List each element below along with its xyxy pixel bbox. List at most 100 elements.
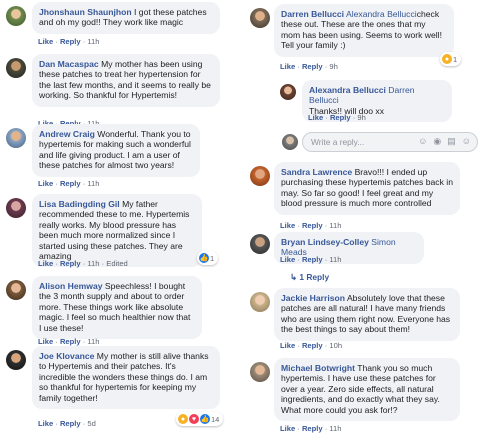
comment-author[interactable]: Bryan Lindsey-Colley [281,237,369,247]
comment: Jackie Harrison Absolutely love that the… [244,288,480,352]
reply-link[interactable]: Reply [302,62,323,71]
comment-author[interactable]: Alexandra Bellucci [309,85,386,95]
comment-time[interactable]: 9h [357,113,365,122]
reply-link[interactable]: Reply [302,424,323,433]
reply-arrow-icon: ↳ [290,272,298,282]
heart-reaction-icon: ♥ [189,414,199,424]
comment-actions: Like · Reply · 11h [280,221,342,230]
comment-author[interactable]: Lisa Badingding Gil [39,199,120,209]
reply-comment: Alexandra Bellucci Darren Bellucci Thank… [280,80,480,124]
reply-link[interactable]: Reply [302,221,323,230]
comment-actions: Like · Reply · 9h [280,62,338,71]
comment-author[interactable]: Andrew Craig [39,129,95,139]
comment-actions: Like · Reply · 11h [280,255,342,264]
comment: Michael Botwright Thank you so much hype… [244,358,480,438]
like-link[interactable]: Like [280,255,295,264]
comment: Darren Bellucci Alexandra Belluccicheck … [244,4,480,74]
comment: Sandra Lawrence Bravo!!! I ended up purc… [244,162,480,232]
like-link[interactable]: Like [280,62,295,71]
comment-bubble: Jhonshaun Shaunjhon I got these patches … [32,2,220,34]
emoji-icon[interactable]: ☺ [418,136,427,147]
comment-time[interactable]: 11h [87,337,99,346]
comment-bubble: Alison Hemway Speechless! I bought the 3… [32,276,202,340]
avatar[interactable] [250,8,270,28]
reply-link[interactable]: Reply [60,419,81,428]
comment-time[interactable]: 11h [87,37,99,46]
reply-link[interactable]: Reply [60,337,81,346]
avatar[interactable] [6,6,26,26]
comment-bubble: Joe Klovance My mother is still alive th… [32,346,220,410]
reply-link[interactable]: Reply [60,37,81,46]
edited-label[interactable]: Edited [106,259,128,268]
comment-time[interactable]: 11h [87,259,99,268]
avatar[interactable] [6,58,26,78]
like-link[interactable]: Like [280,341,295,350]
comment-bubble: Dan Macaspac My mother has been using th… [32,54,220,107]
like-link[interactable]: Like [38,419,53,428]
comment-time[interactable]: 11h [329,255,341,264]
reaction-summary[interactable]: 👍 1 [197,251,219,265]
comment: Jhonshaun Shaunjhon I got these patches … [0,2,232,48]
sticker-icon[interactable]: ☺ [462,136,471,147]
camera-icon[interactable]: ◉ [433,136,441,147]
view-replies-label: 1 Reply [299,272,330,282]
like-link[interactable]: Like [280,424,295,433]
reaction-summary[interactable]: ● ♥ 👍 14 [176,412,224,426]
like-link[interactable]: Like [38,259,53,268]
comment: Dan Macaspac My mother has been using th… [0,54,232,128]
comment-actions: Like · Reply · 9h [308,113,366,122]
comment-author[interactable]: Darren Bellucci [281,9,344,19]
comment: Bryan Lindsey-Colley Simon Meads Like · … [244,232,480,288]
comment-author[interactable]: Jackie Harrison [281,293,345,303]
reply-link[interactable]: Reply [330,113,351,122]
like-reaction-icon: 👍 [200,414,210,424]
comment-actions: Like · Reply · 10h [280,341,343,350]
comment-author[interactable]: Dan Macaspac [39,59,99,69]
comment-actions: Like · Reply · 11h [38,179,100,188]
avatar[interactable] [6,198,26,218]
avatar[interactable] [6,280,26,300]
reply-link[interactable]: Reply [302,341,323,350]
like-link[interactable]: Like [308,113,323,122]
reaction-count: 14 [211,414,220,424]
comment-time[interactable]: 9h [329,62,337,71]
gif-icon[interactable]: ▤ [447,136,456,147]
like-reaction-icon: 👍 [199,253,209,263]
comment-author[interactable]: Alison Hemway [39,281,103,291]
like-link[interactable]: Like [38,37,53,46]
comment-author[interactable]: Sandra Lawrence [281,167,352,177]
comment-time[interactable]: 11h [329,221,341,230]
sad-reaction-icon: ● [442,54,452,64]
like-link[interactable]: Like [280,221,295,230]
comment-time[interactable]: 11h [87,179,99,188]
like-link[interactable]: Like [38,337,53,346]
comment-time[interactable]: 11h [329,424,341,433]
avatar[interactable] [250,362,270,382]
reply-link[interactable]: Reply [60,179,81,188]
comment-actions: Like · Reply · 11h [38,337,100,346]
reaction-count: 1 [210,253,215,263]
avatar[interactable] [6,128,26,148]
view-replies-link[interactable]: ↳ 1 Reply [290,272,329,282]
reaction-summary[interactable]: ● 1 [440,52,462,66]
comment: Alison Hemway Speechless! I bought the 3… [0,276,232,346]
reply-link[interactable]: Reply [60,259,81,268]
reply-input[interactable]: Write a reply... ☺ ◉ ▤ ☺ [302,132,478,152]
avatar[interactable] [250,166,270,186]
comment-author[interactable]: Jhonshaun Shaunjhon [39,7,132,17]
comment-author[interactable]: Joe Klovance [39,351,94,361]
comment-time[interactable]: 10h [329,341,342,350]
comment-time[interactable]: 5d [87,419,95,428]
avatar[interactable] [280,84,296,100]
avatar[interactable] [6,350,26,370]
comment: Andrew Craig Wonderful. Thank you to hyp… [0,124,232,194]
comment: Lisa Badingding Gil My father recommende… [0,194,232,274]
reply-link[interactable]: Reply [302,255,323,264]
like-link[interactable]: Like [38,179,53,188]
comment-author[interactable]: Michael Botwright [281,363,355,373]
wow-reaction-icon: ● [178,414,188,424]
comment-bubble: Michael Botwright Thank you so much hype… [274,358,460,422]
avatar[interactable] [250,234,270,254]
avatar[interactable] [250,292,270,312]
mentioned-user[interactable]: Alexandra Bellucci [346,9,417,19]
